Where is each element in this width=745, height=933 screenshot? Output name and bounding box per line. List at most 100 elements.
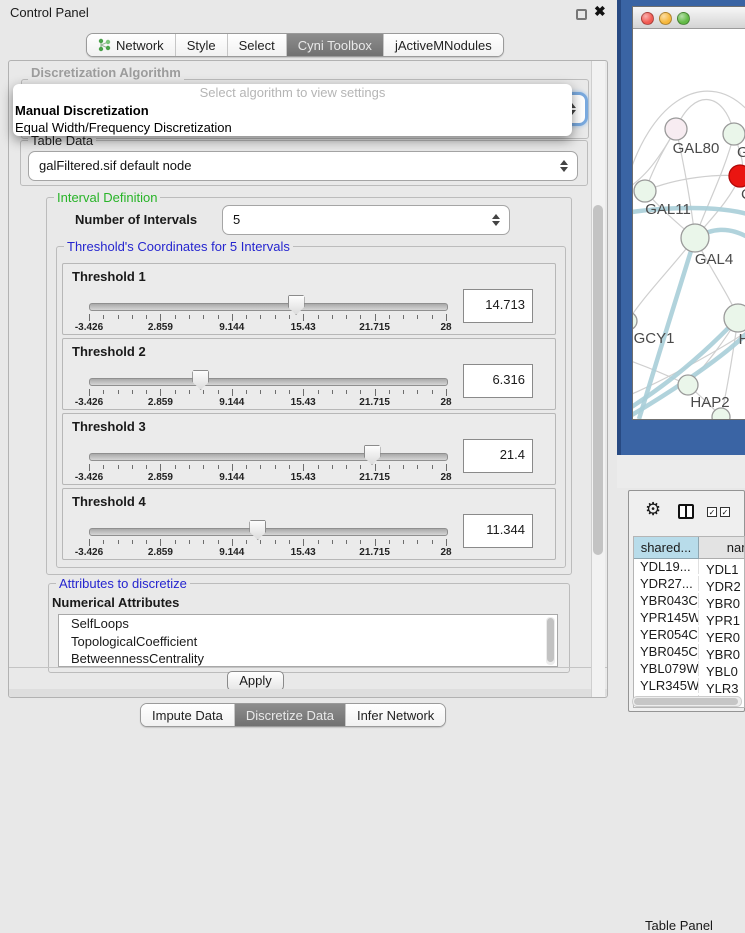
slider-tick: [432, 390, 433, 394]
threshold-value-field[interactable]: 21.4: [463, 439, 533, 473]
tab-network[interactable]: Network: [87, 34, 175, 56]
slider-tick: [103, 315, 104, 319]
algorithm-placeholder-option[interactable]: Select algorithm to view settings: [13, 84, 572, 102]
table-row[interactable]: YDL19...YDL1: [634, 559, 745, 576]
threshold-label: Threshold 3: [72, 419, 146, 434]
node-label: GAL4: [695, 251, 733, 268]
slider-track[interactable]: [89, 378, 448, 386]
node-top-right[interactable]: [723, 123, 745, 145]
slider-tick: [118, 315, 119, 319]
table-row[interactable]: YBR043CYBR0: [634, 593, 745, 610]
attribute-item[interactable]: BetweennessCentrality: [59, 650, 557, 667]
table-row[interactable]: YBR045CYBR0: [634, 644, 745, 661]
cell-name: YBR0: [699, 596, 740, 611]
node-table[interactable]: shared... name YDL19...YDL1YDR27...YDR2Y…: [633, 536, 745, 708]
slider-track[interactable]: [89, 528, 448, 536]
tab-impute-data[interactable]: Impute Data: [141, 704, 234, 726]
table-row[interactable]: YBL079WYBL0: [634, 661, 745, 678]
panel-vertical-scrollbar-thumb[interactable]: [593, 205, 603, 555]
algorithm-option-equal-width[interactable]: Equal Width/Frequency Discretization: [13, 119, 572, 136]
slider-tick: [175, 315, 176, 319]
numerical-attributes-list[interactable]: SelfLoopsTopologicalCoefficientBetweenne…: [58, 614, 558, 667]
slider-thumb[interactable]: [192, 370, 209, 390]
apply-button[interactable]: Apply: [227, 671, 284, 691]
table-row[interactable]: YPR145WYPR1: [634, 610, 745, 627]
network-canvas[interactable]: GAL80GACGAL11GAL4GCY1HHAP2: [633, 29, 745, 419]
table-row[interactable]: YDR27...YDR2: [634, 576, 745, 593]
float-window-icon[interactable]: [576, 9, 587, 20]
node-gal80[interactable]: [665, 118, 687, 140]
tab-jactivemnodules[interactable]: jActiveMNodules: [383, 34, 503, 56]
slider-thumb[interactable]: [364, 445, 381, 465]
attribute-item[interactable]: TopologicalCoefficient: [59, 633, 557, 651]
table-panel: ⚙ ✓ ✓ shared... name YDL19...YDL1YDR27..…: [628, 490, 745, 712]
slider-tick: [132, 315, 133, 319]
slider-tick: [417, 465, 418, 469]
network-edge[interactable]: [633, 238, 695, 321]
slider-thumb[interactable]: [288, 295, 305, 315]
checkbox-show-icon[interactable]: ✓: [707, 507, 717, 517]
slider-tick: [132, 390, 133, 394]
slider-tick: [417, 390, 418, 394]
slider-tick-label: 9.144: [219, 397, 244, 408]
tab-infer-network[interactable]: Infer Network: [345, 704, 445, 726]
tab-style[interactable]: Style: [175, 34, 227, 56]
checkbox-hide-icon[interactable]: ✓: [720, 507, 730, 517]
table-row[interactable]: YER054CYER0: [634, 627, 745, 644]
threshold-value-field[interactable]: 11.344: [463, 514, 533, 548]
columns-icon[interactable]: [678, 504, 694, 519]
slider-tick: [189, 540, 190, 544]
numerical-attributes-label: Numerical Attributes: [52, 595, 179, 610]
minimize-window-icon[interactable]: [659, 12, 672, 25]
gear-icon[interactable]: ⚙: [645, 499, 661, 520]
slider-tick: [318, 540, 319, 544]
threshold-value-field[interactable]: 6.316: [463, 364, 533, 398]
node-red[interactable]: [729, 165, 745, 187]
threshold-value-field[interactable]: 14.713: [463, 289, 533, 323]
attributes-list-scrollbar[interactable]: [546, 617, 555, 665]
slider-tick: [417, 315, 418, 319]
slider-tick: [203, 465, 204, 469]
slider-tick: [403, 540, 404, 544]
tab-select[interactable]: Select: [227, 34, 286, 56]
table-data-combobox[interactable]: galFiltered.sif default node: [28, 151, 578, 181]
node-hap2[interactable]: [678, 375, 698, 395]
node-h[interactable]: [724, 304, 745, 332]
network-edge[interactable]: [645, 175, 740, 191]
slider-track[interactable]: [89, 303, 448, 311]
panel-bottom-strip: [9, 689, 607, 697]
slider-tick: [189, 465, 190, 469]
slider-tick: [189, 390, 190, 394]
node-gal4[interactable]: [681, 224, 709, 252]
slider-tick: [175, 390, 176, 394]
panel-title: Control Panel: [10, 5, 89, 20]
algorithm-option-manual[interactable]: Manual Discretization: [13, 102, 572, 119]
slider-tick: [417, 540, 418, 544]
column-header-name[interactable]: name: [699, 537, 745, 559]
slider-thumb[interactable]: [249, 520, 266, 540]
slider-tick: [289, 390, 290, 394]
slider-tick: [132, 540, 133, 544]
tab-cyni-toolbox[interactable]: Cyni Toolbox: [286, 34, 383, 56]
slider-track[interactable]: [89, 453, 448, 461]
network-view-window[interactable]: GAL80GACGAL11GAL4GCY1HHAP2: [632, 6, 745, 420]
number-of-intervals-value: 5: [233, 206, 240, 234]
node-label: GAL80: [673, 140, 720, 157]
node-gcy1[interactable]: [633, 312, 637, 330]
slider-tick: [103, 540, 104, 544]
tab-label: Cyni Toolbox: [298, 38, 372, 53]
table-horizontal-scrollbar[interactable]: [632, 696, 742, 707]
slider-tick: [332, 315, 333, 319]
close-panel-icon[interactable]: ✖: [594, 3, 606, 20]
column-header-shared-name[interactable]: shared...: [634, 537, 699, 559]
table-row[interactable]: YLR345WYLR3: [634, 678, 745, 695]
attribute-item[interactable]: SelfLoops: [59, 615, 557, 633]
number-of-intervals-combobox[interactable]: 5: [222, 205, 510, 235]
node-gal11[interactable]: [634, 180, 656, 202]
network-desktop-background: GAL80GACGAL11GAL4GCY1HHAP2: [617, 0, 745, 455]
zoom-window-icon[interactable]: [677, 12, 690, 25]
tab-discretize-data[interactable]: Discretize Data: [234, 704, 345, 726]
slider-tick: [446, 314, 447, 321]
threshold-panel-3: Threshold 3-3.4262.8599.14415.4321.71528…: [62, 413, 556, 485]
close-window-icon[interactable]: [641, 12, 654, 25]
